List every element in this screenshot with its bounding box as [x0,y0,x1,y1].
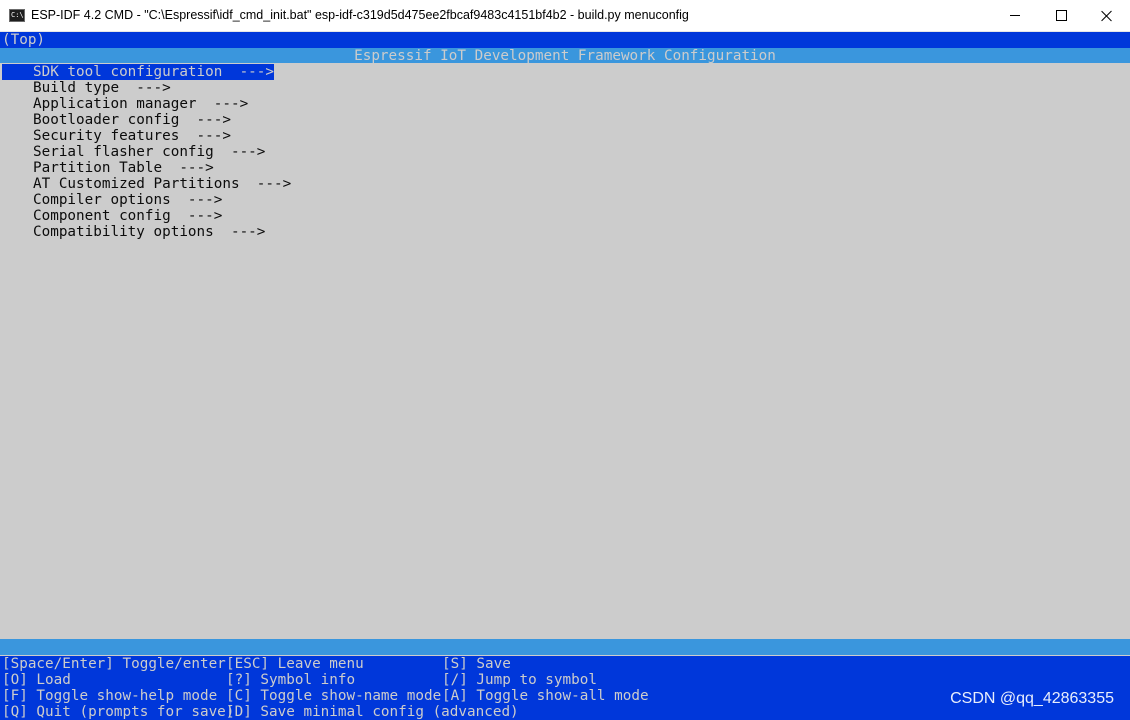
menu-item-compiler-options[interactable]: Compiler options ---> [2,192,222,208]
maximize-button[interactable] [1038,0,1084,31]
menu-item-label: Bootloader config ---> [33,112,231,128]
help-jump-to-symbol: [/] Jump to symbol [442,672,597,688]
minimize-icon [1010,15,1020,16]
help-save: [S] Save [442,656,511,672]
menu-item-serial-flasher-config[interactable]: Serial flasher config ---> [2,144,265,160]
help-toggle-enter: [Space/Enter] Toggle/enter [2,656,226,672]
menu-item-label: Compiler options ---> [33,192,223,208]
menu-item-component-config[interactable]: Component config ---> [2,208,222,224]
menu-item-label: Partition Table ---> [33,160,214,176]
menu-item-label: Application manager ---> [33,96,249,112]
menu-item-label: Component config ---> [33,208,223,224]
menu-header-title: Espressif IoT Development Framework Conf… [354,48,776,64]
menu-item-label: SDK tool configuration ---> [33,64,275,80]
menu-header-bar: Espressif IoT Development Framework Conf… [0,48,1130,64]
menu-item-bootloader-config[interactable]: Bootloader config ---> [2,112,231,128]
menu-item-build-type[interactable]: Build type ---> [2,80,171,96]
help-save-minimal-config: [D] Save minimal config (advanced) [226,704,519,720]
window-title-bar[interactable]: C:\ ESP-IDF 4.2 CMD - "C:\Espressif\idf_… [0,0,1130,32]
menu-item-sdk-tool-configuration[interactable]: SDK tool configuration ---> [2,64,275,80]
menu-item-label: Serial flasher config ---> [33,144,266,160]
console-app-icon: C:\ [9,9,25,22]
close-button[interactable] [1084,0,1130,31]
menu-item-label: Compatibility options ---> [33,224,266,240]
help-row: [Space/Enter] Toggle/enter [ESC] Leave m… [0,656,1130,672]
help-symbol-info: [?] Symbol info [226,672,356,688]
csdn-watermark: CSDN @qq_42863355 [950,690,1114,707]
menu-item-compatibility-options[interactable]: Compatibility options ---> [2,224,265,240]
breadcrumb: (Top) [2,32,46,48]
help-quit: [Q] Quit (prompts for save) [2,704,235,720]
help-load: [O] Load [2,672,71,688]
menu-item-application-manager[interactable]: Application manager ---> [2,96,248,112]
maximize-icon [1055,10,1067,21]
close-icon [1101,10,1113,22]
help-show-help-mode: [F] Toggle show-help mode [2,688,218,704]
breadcrumb-bar: (Top) [0,32,1130,48]
window-title: ESP-IDF 4.2 CMD - "C:\Espressif\idf_cmd_… [31,8,689,22]
menu-item-partition-table[interactable]: Partition Table ---> [2,160,214,176]
console-window[interactable]: (Top) Espressif IoT Development Framewor… [0,32,1130,720]
menu-item-label: AT Customized Partitions ---> [33,176,292,192]
help-show-name-mode: [C] Toggle show-name mode [226,688,442,704]
minimize-button[interactable] [992,0,1038,31]
menu-item-label: Security features ---> [33,128,231,144]
menu-item-label: Build type ---> [33,80,171,96]
help-show-all-mode: [A] Toggle show-all mode [442,688,649,704]
help-row: [O] Load [?] Symbol info [/] Jump to sym… [0,672,1130,688]
help-leave-menu: [ESC] Leave menu [226,656,364,672]
keybinding-help-panel: [Space/Enter] Toggle/enter [ESC] Leave m… [0,656,1130,720]
help-separator-bar [0,639,1130,655]
menu-item-at-customized-partitions[interactable]: AT Customized Partitions ---> [2,176,291,192]
menu-item-security-features[interactable]: Security features ---> [2,128,231,144]
